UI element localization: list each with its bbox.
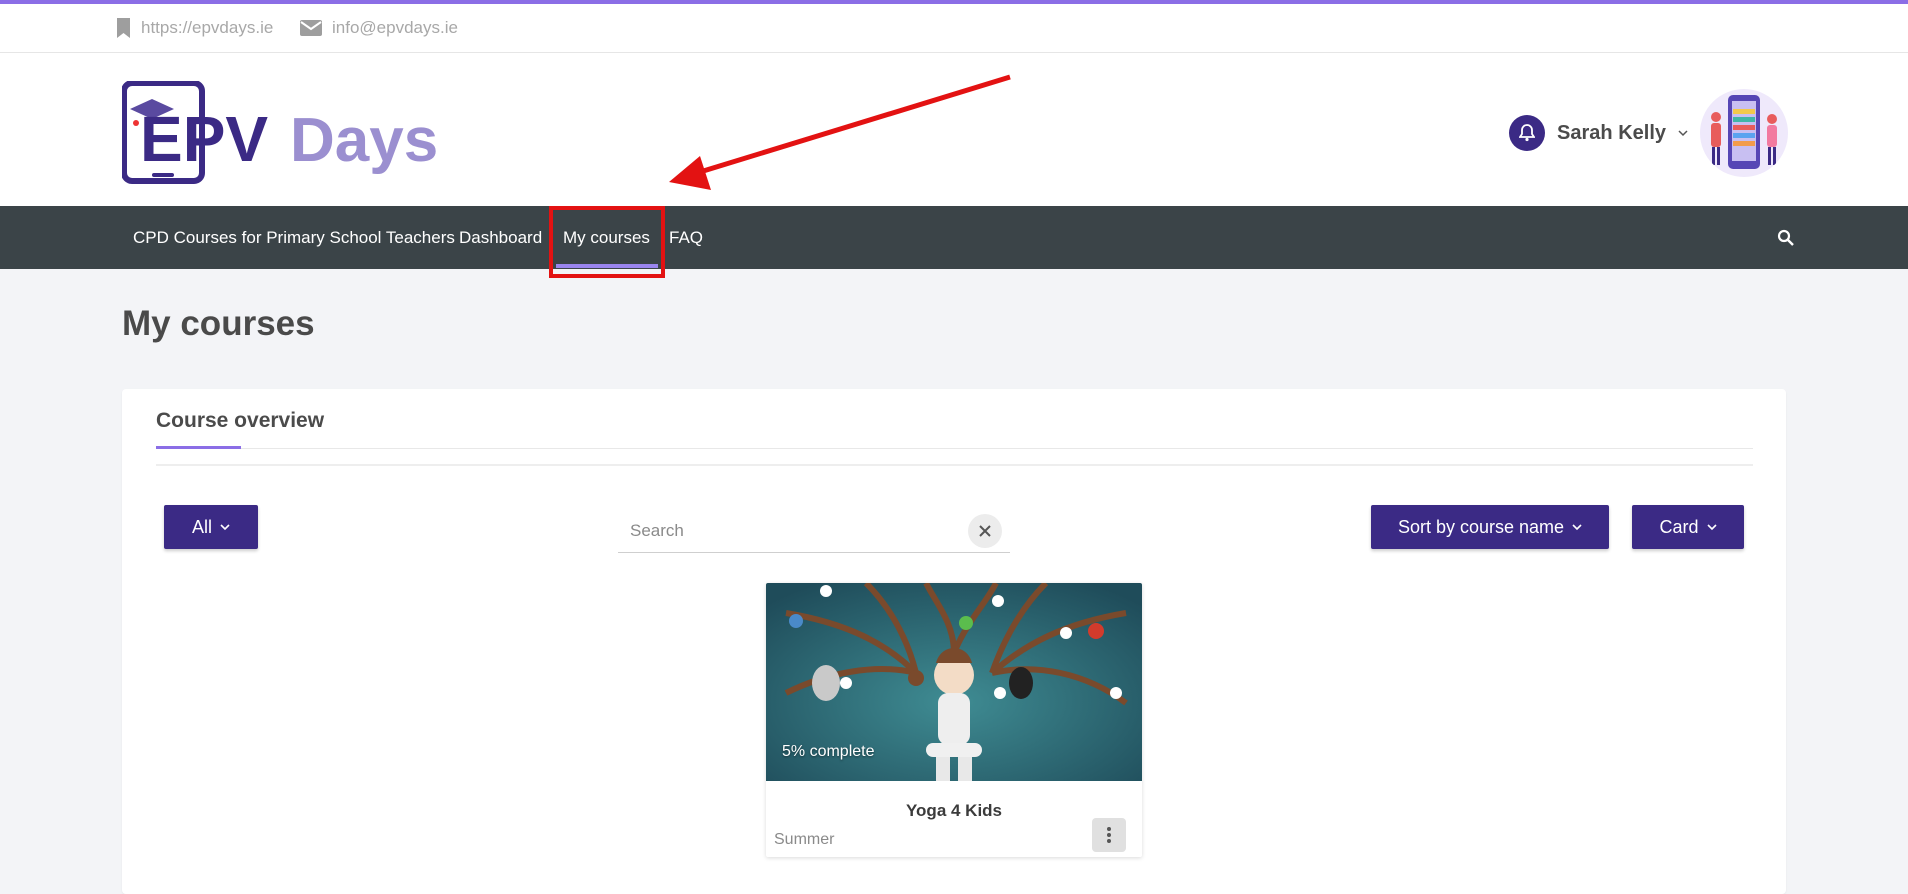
contact-bar: https://epvdays.ie info@epvdays.ie — [0, 4, 1908, 53]
overview-title[interactable]: Course overview — [156, 409, 324, 433]
search-input[interactable] — [628, 520, 962, 542]
search-icon[interactable] — [1776, 228, 1796, 248]
course-overview-panel: Course overview All Sort by course name … — [122, 389, 1786, 894]
course-category: Summer — [774, 831, 835, 848]
avatar[interactable] — [1700, 89, 1788, 177]
bookmark-icon — [117, 18, 130, 38]
course-progress-text: 5% complete — [782, 743, 875, 760]
page-title: My courses — [122, 304, 315, 343]
site-header: EPV Days Sarah Kelly — [0, 53, 1908, 206]
filter-label: All — [191, 516, 212, 537]
sort-label: Sort by course name — [1397, 516, 1565, 537]
envelope-icon — [300, 20, 322, 36]
search-field[interactable] — [618, 512, 1010, 553]
filter-dropdown[interactable]: All — [164, 505, 258, 549]
chevron-down-icon — [1572, 524, 1582, 531]
view-label: Card — [1659, 516, 1699, 537]
sort-dropdown[interactable]: Sort by course name — [1371, 505, 1609, 549]
main-nav: CPD Courses for Primary School Teachers … — [0, 206, 1908, 278]
user-menu[interactable]: Sarah Kelly — [1509, 89, 1788, 177]
website-text[interactable]: https://epvdays.ie — [141, 18, 273, 38]
avatar-illustration — [1711, 95, 1777, 169]
course-actions-button[interactable] — [1092, 818, 1126, 852]
overview-divider-lower — [156, 464, 1753, 466]
chevron-down-icon — [1706, 524, 1717, 531]
more-vertical-icon — [1107, 827, 1111, 843]
chevron-down-icon[interactable] — [1678, 129, 1688, 137]
overview-divider — [156, 448, 1753, 449]
course-name[interactable]: Yoga 4 Kids — [766, 801, 1142, 821]
chevron-down-icon — [220, 524, 230, 531]
email-text[interactable]: info@epvdays.ie — [332, 18, 458, 38]
highlight-box — [549, 206, 665, 278]
overview-tab-indicator — [156, 446, 241, 449]
nav-item-dashboard[interactable]: Dashboard — [459, 206, 542, 269]
close-icon — [979, 525, 991, 537]
bell-icon — [1519, 124, 1536, 142]
user-name[interactable]: Sarah Kelly — [1557, 122, 1666, 145]
website-link[interactable]: https://epvdays.ie — [116, 18, 273, 38]
svg-text:Days: Days — [290, 106, 438, 175]
course-card[interactable]: 5% complete Yoga 4 Kids Summer — [766, 583, 1142, 857]
view-dropdown[interactable]: Card — [1632, 505, 1744, 549]
clear-search-button[interactable] — [968, 514, 1002, 548]
svg-text:EPV: EPV — [140, 103, 268, 175]
nav-item-faq[interactable]: FAQ — [669, 206, 703, 269]
email-link[interactable]: info@epvdays.ie — [300, 18, 458, 38]
notification-button[interactable] — [1509, 115, 1546, 151]
nav-item-cpd-courses[interactable]: CPD Courses for Primary School Teachers — [133, 206, 455, 269]
epv-days-logo[interactable]: EPV Days — [122, 81, 462, 186]
